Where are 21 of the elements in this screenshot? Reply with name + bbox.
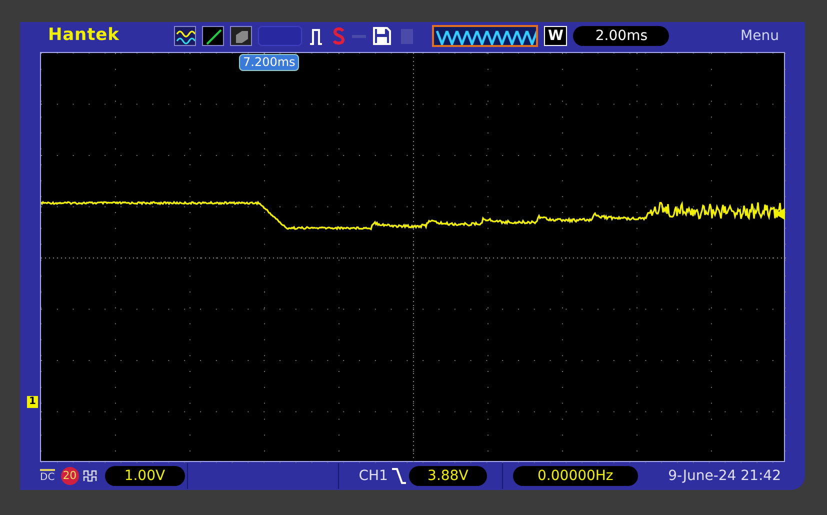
brand-logo: Hantek xyxy=(48,24,120,48)
square-wave-icon xyxy=(82,469,99,483)
timebase-mode-badge[interactable]: W xyxy=(544,26,568,46)
volts-per-div-value: 1.00V xyxy=(104,466,185,486)
falling-edge-icon xyxy=(390,466,407,486)
channel-marker[interactable]: 1 xyxy=(27,396,38,408)
sine-wave-icon[interactable] xyxy=(432,25,538,47)
save-icon[interactable] xyxy=(372,26,392,46)
coupling-label: DC xyxy=(40,469,55,483)
trigger-source-label: CH1 xyxy=(358,466,388,486)
date-time: 9-June-24 21:42 xyxy=(668,466,781,486)
shape-icon[interactable] xyxy=(230,26,252,46)
trigger-level-value: 3.88V xyxy=(408,466,487,486)
menu-label[interactable]: Menu xyxy=(740,26,779,46)
trigger-position-marker[interactable]: 7.200ms xyxy=(239,54,300,71)
bandwidth-limit-badge: 20 xyxy=(60,467,79,485)
waveform-icon[interactable] xyxy=(174,26,196,46)
timebase-value: 2.00ms xyxy=(573,26,670,46)
frequency-value: 0.00000Hz xyxy=(512,466,638,486)
trigger-level-arrow-icon[interactable] xyxy=(775,208,785,220)
status-slot xyxy=(258,26,302,46)
